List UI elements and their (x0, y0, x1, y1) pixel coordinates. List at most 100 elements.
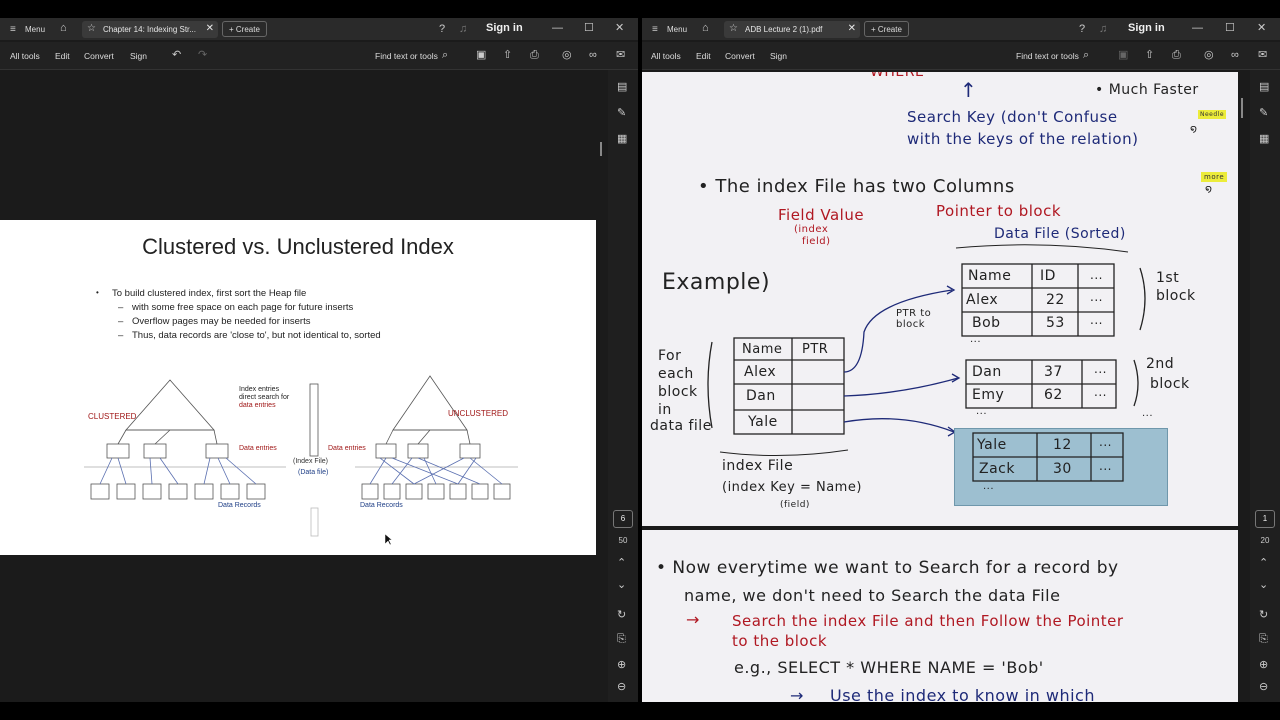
create-label: Create (877, 25, 902, 34)
all-tools-menu[interactable]: All tools (10, 51, 40, 61)
block-table-cell: Alex (966, 292, 999, 308)
comment-icon[interactable]: ▤ (617, 82, 627, 93)
notification-bell-icon[interactable]: ♫ (459, 24, 467, 35)
unclustered-label: UNCLUSTERED (448, 409, 509, 418)
edit-menu[interactable]: Edit (55, 51, 70, 61)
extract-page-icon[interactable]: ⎘ (1259, 634, 1268, 645)
search-document-icon[interactable]: ◎ (562, 50, 572, 61)
upload-icon[interactable]: ⇧ (1145, 50, 1154, 61)
note-line: to the block (732, 632, 828, 650)
page-down-icon[interactable]: ⌄ (617, 580, 626, 591)
find-tools-button[interactable]: Find text or tools (1016, 51, 1079, 61)
extract-page-icon[interactable]: ⎘ (617, 634, 626, 645)
search-icon[interactable]: ⌕ (1083, 50, 1089, 61)
save-icon[interactable]: ▣ (1118, 50, 1128, 61)
save-icon[interactable]: ▣ (476, 50, 486, 61)
document-tab[interactable]: ☆ Chapter 14: Indexing Str... ✕ (82, 21, 218, 38)
rotate-icon[interactable]: ↻ (1259, 610, 1268, 621)
note-line: • Now everytime we want to Search for a … (656, 558, 1119, 578)
undo-icon[interactable]: ↶ (172, 50, 181, 61)
main-toolbar: All tools Edit Convert Sign Find text or… (642, 42, 1280, 70)
index-entries-label: data entries (239, 402, 276, 409)
menu-button[interactable]: Menu (667, 25, 687, 34)
maximize-icon[interactable]: ☐ (584, 23, 594, 34)
page-down-icon[interactable]: ⌄ (1259, 580, 1268, 591)
sign-in-button[interactable]: Sign in (1128, 22, 1165, 34)
note-line: Use the index to know in which (830, 686, 1095, 702)
zoom-in-icon[interactable]: ⊕ (1259, 660, 1268, 671)
rotate-icon[interactable]: ↻ (617, 610, 626, 621)
index-table-header: Name (742, 342, 783, 357)
block-table-cell: ... (1099, 435, 1112, 449)
convert-menu[interactable]: Convert (725, 51, 755, 61)
search-document-icon[interactable]: ◎ (1204, 50, 1214, 61)
create-button[interactable]: + Create (222, 21, 267, 37)
zoom-in-icon[interactable]: ⊕ (617, 660, 626, 671)
tab-title: ADB Lecture 2 (1).pdf (745, 25, 823, 34)
block-label: 2nd (1146, 356, 1175, 372)
page-up-icon[interactable]: ⌃ (1259, 558, 1268, 569)
sign-menu[interactable]: Sign (770, 51, 787, 61)
home-icon[interactable]: ⌂ (60, 23, 67, 34)
close-tab-icon[interactable]: ✕ (848, 23, 856, 34)
scrollbar-thumb[interactable] (600, 142, 602, 156)
edit-pdf-icon[interactable]: ✎ (1259, 108, 1268, 119)
convert-menu[interactable]: Convert (84, 51, 114, 61)
note-line: e.g., SELECT * WHERE NAME = 'Bob' (734, 658, 1044, 677)
block-label: 1st (1156, 270, 1180, 286)
close-tab-icon[interactable]: ✕ (206, 23, 214, 34)
field-caption: (field) (780, 500, 810, 510)
comment-icon[interactable]: ▤ (1259, 82, 1269, 93)
edit-pdf-icon[interactable]: ✎ (617, 108, 626, 119)
hamburger-menu-icon[interactable]: ≡ (652, 24, 658, 35)
index-table-row: Yale (748, 414, 778, 430)
sign-menu[interactable]: Sign (130, 51, 147, 61)
index-diagram (84, 375, 518, 537)
minimize-icon[interactable]: — (552, 23, 563, 34)
star-icon[interactable]: ☆ (729, 23, 738, 34)
search-icon[interactable]: ⌕ (442, 50, 448, 61)
menu-button[interactable]: Menu (25, 25, 45, 34)
data-records-label: Data Records (360, 502, 403, 509)
maximize-icon[interactable]: ☐ (1225, 23, 1235, 34)
block-table-cell: 22 (1046, 292, 1065, 308)
link-icon[interactable]: ∞ (589, 50, 597, 61)
current-page-field[interactable]: 6 (613, 510, 633, 528)
create-button[interactable]: + Create (864, 21, 909, 37)
print-icon[interactable]: ⎙ (530, 50, 539, 61)
link-icon[interactable]: ∞ (1231, 50, 1239, 61)
hamburger-menu-icon[interactable]: ≡ (10, 24, 16, 35)
page-up-icon[interactable]: ⌃ (617, 558, 626, 569)
ellipsis-note: ... (983, 481, 995, 492)
find-tools-button[interactable]: Find text or tools (375, 51, 438, 61)
current-page-field[interactable]: 1 (1255, 510, 1275, 528)
close-window-icon[interactable]: ✕ (1257, 23, 1266, 34)
star-icon[interactable]: ☆ (87, 23, 96, 34)
document-tab[interactable]: ☆ ADB Lecture 2 (1).pdf ✕ (724, 21, 860, 38)
ellipsis-note: ... (1142, 408, 1154, 419)
upload-icon[interactable]: ⇧ (503, 50, 512, 61)
scrollbar-thumb[interactable] (1241, 98, 1243, 118)
home-icon[interactable]: ⌂ (702, 23, 709, 34)
print-icon[interactable]: ⎙ (1172, 50, 1181, 61)
blue-arrow-icon: → (790, 686, 804, 702)
email-icon[interactable]: ✉ (616, 50, 625, 61)
ellipsis-note: ... (976, 406, 988, 417)
email-icon[interactable]: ✉ (1258, 50, 1267, 61)
redo-icon[interactable]: ↷ (198, 50, 207, 61)
organize-pages-icon[interactable]: ▦ (617, 134, 627, 145)
zoom-out-icon[interactable]: ⊖ (1259, 682, 1268, 693)
help-icon[interactable]: ? (1079, 24, 1085, 35)
data-records-label: Data Records (218, 502, 261, 509)
organize-pages-icon[interactable]: ▦ (1259, 134, 1269, 145)
zoom-out-icon[interactable]: ⊖ (617, 682, 626, 693)
sign-in-button[interactable]: Sign in (486, 22, 523, 34)
notification-bell-icon[interactable]: ♫ (1099, 24, 1107, 35)
minimize-icon[interactable]: — (1192, 23, 1203, 34)
help-icon[interactable]: ? (439, 24, 445, 35)
close-window-icon[interactable]: ✕ (615, 23, 624, 34)
edit-menu[interactable]: Edit (696, 51, 711, 61)
all-tools-menu[interactable]: All tools (651, 51, 681, 61)
page-total: 20 (1260, 536, 1270, 545)
block-table-header: Name (968, 268, 1012, 284)
